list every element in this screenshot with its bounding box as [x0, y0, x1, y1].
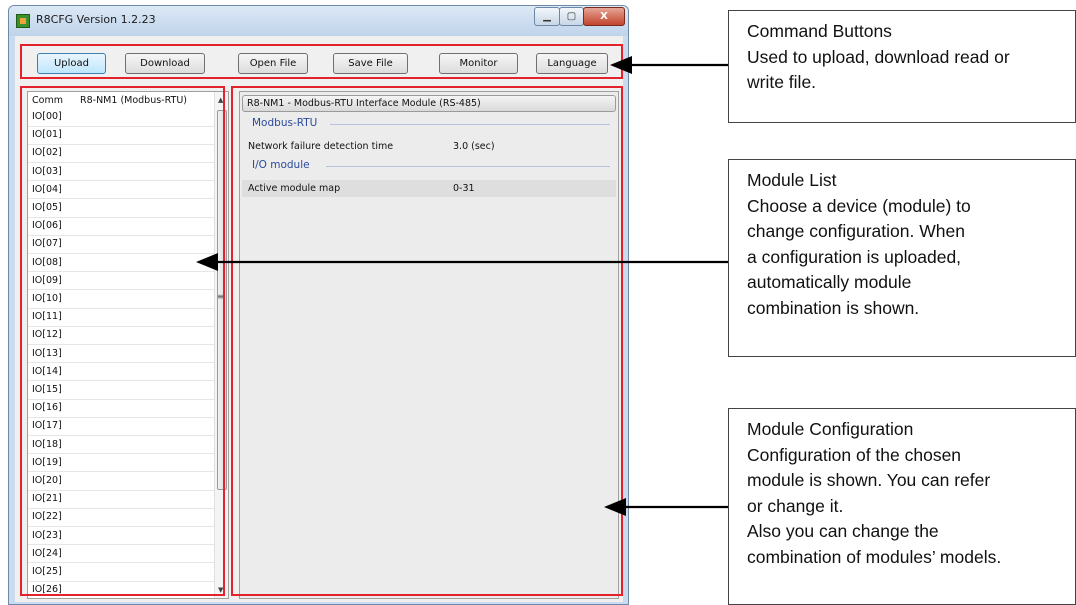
callout-arrows [196, 56, 728, 516]
arrow-command-buttons [610, 56, 728, 74]
arrow-module-config [604, 498, 728, 516]
arrow-module-list [196, 253, 728, 271]
